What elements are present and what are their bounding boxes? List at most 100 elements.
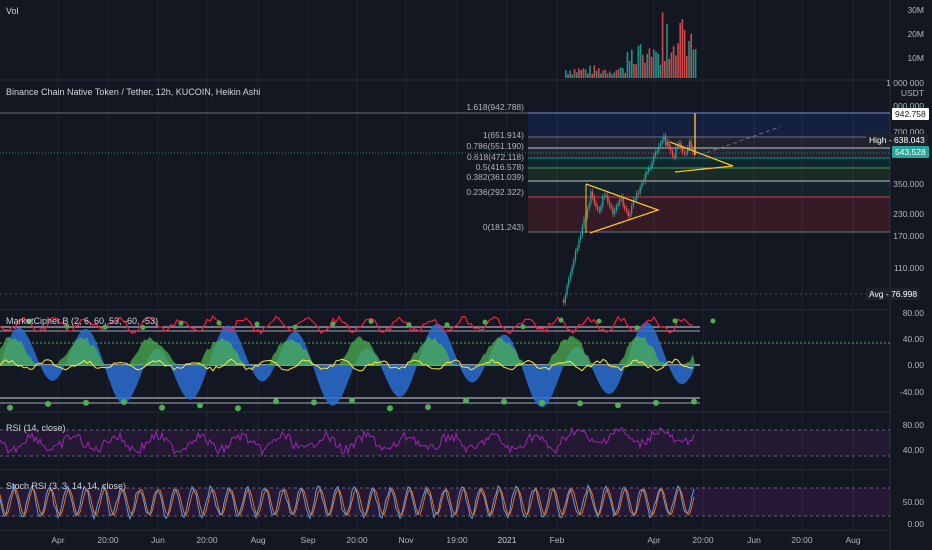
candle-body [566, 285, 568, 296]
candle-body [617, 203, 619, 207]
candle-body [682, 148, 684, 152]
stoch-tick: 0.00 [907, 519, 924, 529]
volume-tick: 30M [907, 5, 924, 15]
volume-bar [567, 73, 569, 78]
candle-body [659, 143, 662, 146]
candle-body [648, 168, 650, 172]
volume-bar [589, 65, 591, 78]
volume-bar [683, 29, 686, 79]
candle-body [646, 171, 648, 175]
candle-body [688, 141, 691, 149]
mc-buy-dot [311, 399, 317, 406]
candle-body [666, 141, 668, 146]
x-tick: 19:00 [446, 535, 468, 545]
candle-body [653, 155, 655, 163]
candle-body [610, 205, 612, 209]
candle-body [576, 247, 578, 252]
candle-body [564, 295, 566, 303]
volume-bar [681, 19, 684, 79]
avg-label: Avg [869, 289, 884, 299]
candle-body [586, 209, 589, 218]
mc-dot [216, 320, 222, 326]
candle-body [578, 239, 580, 248]
fib-label: 0.618(472.118) [466, 152, 524, 162]
candle-body [673, 155, 675, 158]
fib-label: 0.5(416.578) [475, 162, 524, 172]
volume-bar [675, 55, 677, 78]
mc-buy-dot [653, 399, 659, 406]
mc-buy-dot [349, 397, 355, 404]
fib-zone [528, 113, 890, 137]
mc-dot [482, 319, 488, 325]
candle-body [675, 147, 677, 158]
candle-body [595, 202, 597, 207]
volume-bar [650, 56, 653, 78]
marketcipher-pane-title: MarketCipher B (2, 6, 60, 53, -60, -53) [6, 316, 159, 326]
volume-bar [631, 49, 633, 78]
volume-bar [635, 64, 637, 78]
fib-zone [528, 168, 890, 181]
x-tick: 20:00 [196, 535, 218, 545]
volume-bar [690, 33, 692, 78]
candle-body [685, 152, 687, 154]
volume-bar [639, 44, 642, 78]
x-tick: 20:00 [97, 535, 119, 545]
mc-tick: 0.00 [907, 360, 924, 370]
candle-body [580, 234, 582, 240]
candle-body [651, 162, 653, 168]
volume-bar [672, 46, 675, 78]
volume-bar [578, 68, 580, 78]
volume-bar [628, 60, 631, 78]
mc-dot [672, 318, 678, 324]
volume-bar [624, 72, 626, 78]
volume-bar [613, 72, 615, 78]
volume-bar [688, 41, 690, 78]
candle-body [683, 151, 685, 154]
rsi-pane-title: RSI (14, close) [6, 423, 66, 433]
x-tick: 2021 [497, 535, 517, 545]
volume-bar [655, 51, 657, 78]
mc-tick: 80.00 [902, 308, 924, 318]
chart-canvas[interactable] [0, 0, 932, 550]
x-tick: Sep [300, 535, 316, 545]
target-price-tag: 942.758 [892, 108, 929, 120]
volume-pane-title: Vol [6, 6, 19, 16]
candle-body [568, 278, 570, 286]
volume-bar [611, 74, 613, 78]
mc-buy-dot [463, 397, 469, 404]
candle-body [603, 195, 606, 198]
x-tick: Jun [747, 535, 761, 545]
mc-dot [596, 318, 602, 324]
mc-dot [292, 324, 298, 330]
volume-bar [584, 69, 587, 78]
volume-bar [661, 12, 664, 78]
mc-dot [558, 317, 564, 323]
currency-label: USDT [900, 88, 924, 98]
candle-body [639, 187, 641, 194]
candle-body [627, 211, 629, 217]
candle-body [600, 206, 602, 212]
x-tick: Apr [647, 535, 661, 545]
last-price-tag: 543.528 [892, 146, 929, 158]
high-label: High [869, 135, 887, 145]
volume-bar [617, 68, 620, 78]
candle-body [661, 140, 663, 144]
volume-bar [677, 43, 679, 78]
x-tick: 20:00 [692, 535, 714, 545]
avg-price-tag: Avg - 76.998 [866, 288, 921, 300]
volume-bar [615, 70, 618, 78]
fib-label: 0(181.243) [482, 222, 524, 232]
candle-body [574, 251, 577, 261]
mc-dot [520, 324, 526, 330]
volume-bar [602, 70, 604, 78]
candle-body [641, 182, 643, 188]
mc-dot [634, 325, 640, 331]
fib-zone [528, 181, 890, 197]
volume-bar [576, 72, 578, 78]
candle-body [654, 152, 657, 156]
mc-buy-dot [121, 398, 127, 405]
volume-tick: 10M [907, 53, 924, 63]
mc-buy-dot [387, 405, 393, 412]
stoch-tick: 50.00 [902, 497, 924, 507]
mc-buy-dot [273, 398, 279, 405]
